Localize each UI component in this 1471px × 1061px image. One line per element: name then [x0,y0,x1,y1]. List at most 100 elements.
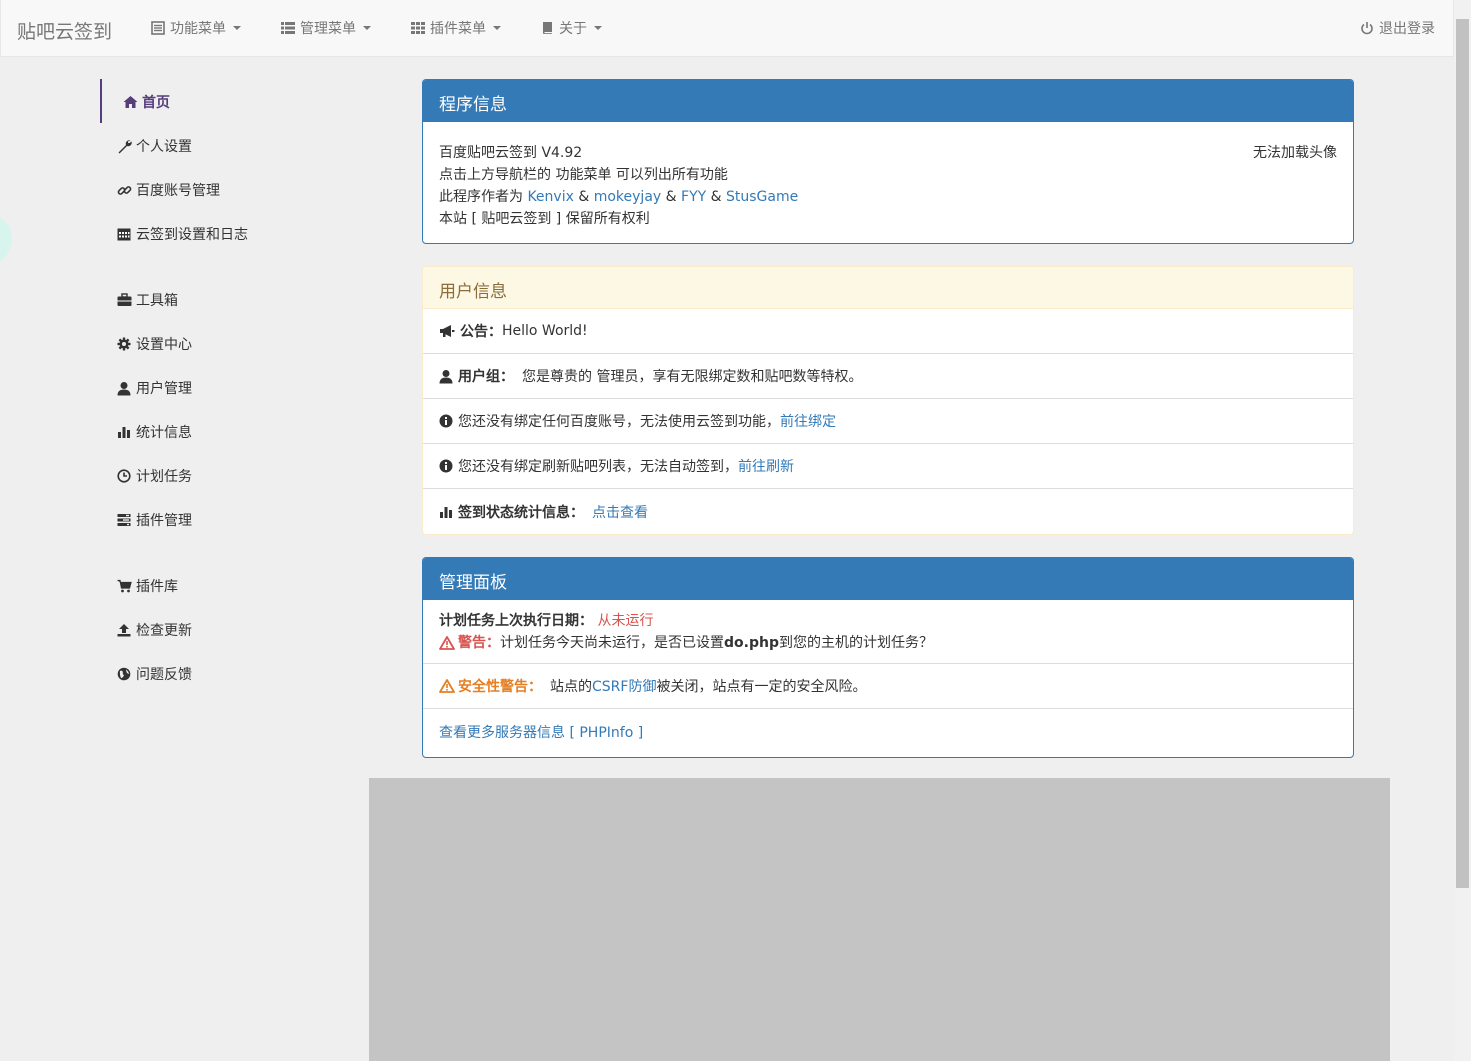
sidebar-item-cloud-sign-settings[interactable]: 云签到设置和日志 [116,224,248,244]
nav-menu-label: 关于 [559,21,587,37]
panel-title: 程序信息 [423,80,1353,122]
panel-title: 管理面板 [423,558,1353,600]
scrollbar-thumb[interactable] [1456,19,1469,888]
caret-down-icon [493,26,501,30]
warning-text-2: 到您的主机的计划任务？ [778,635,933,651]
sidebar-active-indicator [100,79,102,123]
power-icon [1360,21,1374,35]
avatar-alt-text: 无法加载头像 [1253,145,1337,161]
sidebar-item-label: 云签到设置和日志 [136,227,248,243]
csrf-link[interactable]: CSRF防御 [592,676,656,696]
cron-status-block: 计划任务上次执行日期： 从未运行 警告： 计划任务今天尚未运行，是否已设置 do… [423,600,1353,664]
sidebar-item-label: 个人设置 [136,139,192,155]
calendar-icon [116,227,132,241]
tasks-icon [116,513,132,527]
sidebar-item-label: 统计信息 [136,425,192,441]
nav-menu-function[interactable]: 功能菜单 [151,18,241,38]
sidebar-item-plugin-management[interactable]: 插件管理 [116,510,192,530]
sidebar-item-toolbox[interactable]: 工具箱 [116,290,178,310]
vertical-scrollbar[interactable] [1454,0,1471,1061]
th-list-icon [281,21,295,35]
cron-label: 计划任务上次执行日期： [439,613,593,629]
admin-panel: 管理面板 计划任务上次执行日期： 从未运行 警告： 计划任务今天尚未运行，是否已… [422,557,1354,758]
sidebar-item-label: 检查更新 [136,623,192,639]
th-icon [411,21,425,35]
security-warning-row: 安全性警告： 站点的 CSRF防御 被关闭，站点有一定的安全风险。 [423,664,1353,709]
globe-icon [116,667,132,681]
panel-body: 百度贴吧云签到 V4.92 点击上方导航栏的 功能菜单 可以列出所有功能 此程序… [423,122,1353,243]
user-group-text: 您是尊贵的 管理员，享有无限绑定数和贴吧数等特权。 [522,369,863,385]
logout-link[interactable]: 退出登录 [1360,18,1435,38]
caret-down-icon [594,26,602,30]
nav-menu-label: 管理菜单 [300,21,356,37]
warning-text-1: 计划任务今天尚未运行，是否已设置 [500,635,724,651]
nav-menu-about[interactable]: 关于 [542,18,602,38]
security-warning-label: 安全性警告： [458,679,542,695]
sidebar-item-settings-center[interactable]: 设置中心 [116,334,192,354]
user-info-panel: 用户信息 公告： Hello World! 用户组： 您是尊贵的 管理员，享有无… [422,266,1354,535]
sidebar-item-statistics[interactable]: 统计信息 [116,422,192,442]
program-authors: 此程序作者为 Kenvix & mokeyjay & FYY & StusGam… [439,186,1337,208]
sidebar-item-personal-settings[interactable]: 个人设置 [116,136,192,156]
info-icon [439,459,453,473]
top-navbar: 贴吧云签到 功能菜单 管理菜单 插件菜单 关于 退出登录 [0,0,1454,57]
ampersand: & [706,189,726,205]
decorative-blob [0,215,12,263]
cart-icon [116,579,132,593]
sign-stats-label: 签到状态统计信息： [458,504,584,521]
user-icon [116,381,132,396]
home-icon [122,95,138,109]
sidebar-item-scheduled-tasks[interactable]: 计划任务 [116,466,192,486]
nav-menu-admin[interactable]: 管理菜单 [281,18,371,38]
phpinfo-link[interactable]: 查看更多服务器信息 [ PHPInfo ] [439,722,643,742]
author-link-fyy[interactable]: FYY [681,189,706,205]
authors-prefix: 此程序作者为 [439,189,528,205]
sign-stats-link[interactable]: 点击查看 [592,502,648,522]
copyright-line: 本站 [ 贴吧云签到 ] 保留所有权利 [439,211,650,227]
sidebar-item-label: 插件库 [136,579,178,595]
ampersand: & [661,189,682,205]
upload-icon [116,623,132,637]
sidebar-item-label: 插件管理 [136,513,192,529]
ampersand: & [573,189,594,205]
author-link-stusgame[interactable]: StusGame [726,189,798,205]
sidebar-item-check-update[interactable]: 检查更新 [116,620,192,640]
warning-icon [439,679,455,693]
phpinfo-row: 查看更多服务器信息 [ PHPInfo ] [423,709,1353,755]
nav-menu-plugins[interactable]: 插件菜单 [411,18,501,38]
program-version: 百度贴吧云签到 V4.92 [439,145,583,161]
sidebar-item-label: 用户管理 [136,381,192,397]
warning-icon [439,636,455,650]
program-hint: 点击上方导航栏的 功能菜单 可以列出所有功能 [439,167,728,183]
cog-icon [116,337,132,351]
brand-title[interactable]: 贴吧云签到 [17,17,112,44]
clock-icon [116,469,132,483]
bullhorn-icon [439,324,455,338]
notice-row: 公告： Hello World! [423,309,1353,354]
refresh-list-text: 您还没有绑定刷新贴吧列表，无法自动签到， [458,459,738,475]
bind-account-link[interactable]: 前往绑定 [780,411,836,431]
caret-down-icon [233,26,241,30]
sidebar-item-feedback[interactable]: 问题反馈 [116,664,192,684]
bind-account-row: 您还没有绑定任何百度账号，无法使用云签到功能， 前往绑定 [423,399,1353,444]
wrench-icon [116,139,132,154]
link-icon [116,183,132,198]
sign-stats-row: 签到状态统计信息： 点击查看 [423,489,1353,534]
nav-menu-label: 插件菜单 [430,21,486,37]
sidebar-item-label: 百度账号管理 [136,183,220,199]
author-link-kenvix[interactable]: Kenvix [527,189,573,205]
cron-value: 从未运行 [597,613,654,629]
notice-label: 公告： [460,324,502,340]
refresh-list-link[interactable]: 前往刷新 [738,456,794,476]
sidebar-item-label: 工具箱 [136,293,178,309]
cron-warning: 警告： 计划任务今天尚未运行，是否已设置 do.php 到您的主机的计划任务？ [439,632,1337,654]
sidebar-item-baidu-accounts[interactable]: 百度账号管理 [116,180,220,200]
refresh-list-row: 您还没有绑定刷新贴吧列表，无法自动签到， 前往刷新 [423,444,1353,489]
sidebar-item-plugin-store[interactable]: 插件库 [116,576,178,596]
stats-icon [116,425,132,439]
book-icon [542,21,554,35]
sidebar-item-user-management[interactable]: 用户管理 [116,378,192,398]
sidebar-item-home[interactable]: 首页 [122,92,170,112]
author-link-mokeyjay[interactable]: mokeyjay [594,189,661,205]
info-icon [439,414,453,428]
